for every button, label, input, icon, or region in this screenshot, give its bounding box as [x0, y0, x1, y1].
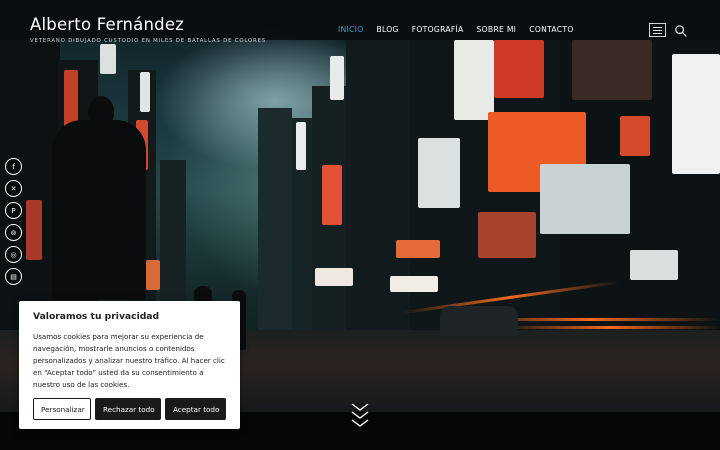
neon-sign: [540, 164, 630, 234]
nav-item-fotografia[interactable]: FOTOGRAFÍA: [412, 25, 464, 34]
hamburger-line: [653, 29, 662, 31]
neon-sign: [140, 72, 150, 112]
nav-item-contacto[interactable]: CONTACTO: [529, 25, 573, 34]
neon-sign: [572, 40, 652, 100]
neon-sign: [672, 54, 720, 174]
car: [440, 306, 518, 336]
nav-item-inicio[interactable]: INICIO: [338, 25, 363, 34]
neon-sign: [390, 276, 438, 292]
hamburger-icon[interactable]: [649, 23, 666, 37]
facebook-icon[interactable]: f: [5, 158, 22, 175]
man-silhouette-coat: [52, 120, 146, 300]
main-nav: INICIO BLOG FOTOGRAFÍA SOBRE MI CONTACTO: [338, 25, 574, 34]
cookie-consent-banner: Valoramos tu privacidad Usamos cookies p…: [19, 301, 240, 429]
building: [346, 40, 416, 340]
neon-sign: [322, 165, 342, 225]
customize-button[interactable]: Personalizar: [33, 398, 91, 420]
neon-sign: [454, 40, 494, 120]
hamburger-line: [653, 26, 662, 28]
site-tagline: VETERANO DIBUJADO CUSTODIO EN MILES DE B…: [30, 38, 267, 44]
site-title[interactable]: Alberto Fernández: [30, 15, 184, 34]
cookie-buttons: Personalizar Rechazar todo Aceptar todo: [33, 398, 226, 420]
x-icon[interactable]: ✕: [5, 180, 22, 197]
neon-sign: [494, 40, 544, 98]
light-trail: [500, 326, 720, 329]
reject-all-button[interactable]: Rechazar todo: [95, 398, 161, 420]
social-links: f ✕ P ⊚ ◎ ▤: [5, 158, 22, 285]
cookie-text: Usamos cookies para mejorar su experienc…: [33, 332, 225, 389]
neon-sign: [296, 122, 306, 170]
neon-sign: [315, 268, 353, 286]
neon-sign: [146, 260, 160, 290]
page-icon[interactable]: ▤: [5, 268, 22, 285]
neon-sign: [620, 116, 650, 156]
tripadvisor-icon[interactable]: ⊚: [5, 224, 22, 241]
instagram-icon[interactable]: ◎: [5, 246, 22, 263]
neon-sign: [396, 240, 440, 258]
neon-sign: [478, 212, 536, 258]
building: [258, 108, 292, 338]
neon-sign: [330, 56, 344, 100]
neon-sign: [630, 250, 678, 280]
neon-sign: [100, 44, 116, 74]
pinterest-icon[interactable]: P: [5, 202, 22, 219]
chevrons-down-icon[interactable]: [350, 402, 370, 430]
neon-sign: [26, 200, 42, 260]
site-header: Alberto Fernández INICIO BLOG FOTOGRAFÍA…: [0, 0, 720, 40]
neon-sign: [418, 138, 460, 208]
search-icon[interactable]: [674, 24, 688, 38]
nav-item-blog[interactable]: BLOG: [376, 25, 398, 34]
nav-item-sobre-mi[interactable]: SOBRE MI: [477, 25, 517, 34]
accept-all-button[interactable]: Aceptar todo: [165, 398, 226, 420]
hamburger-line: [653, 32, 662, 34]
cookie-title: Valoramos tu privacidad: [33, 311, 160, 322]
